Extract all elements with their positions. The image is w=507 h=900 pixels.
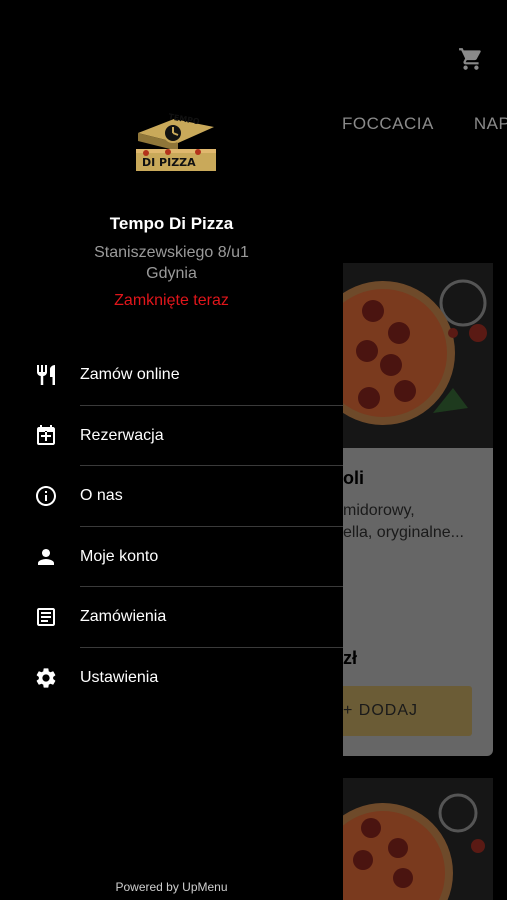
menu-item-label: Rezerwacja [80,426,164,444]
tab-foccacia[interactable]: FOCCACIA [342,114,434,133]
menu-item-my-account[interactable]: Moje konto [0,527,343,587]
address-city: Gdynia [146,265,197,282]
opening-status: Zamknięte teraz [114,292,229,309]
calendar-add-icon [37,424,55,445]
restaurant-name: Tempo Di Pizza [109,214,234,233]
product-image[interactable] [343,263,493,448]
address-street: Staniszewskiego 8/u1 [94,244,249,261]
tempo-di-pizza-logo: TEMPO DI PIZZA [136,112,216,171]
restaurant-icon [37,365,55,386]
pizza-image-2 [343,778,493,900]
menu-item-orders[interactable]: Zamówienia [0,587,343,648]
menu-item-label: O nas [80,487,123,505]
info-icon [36,486,56,507]
pizza-image [343,263,493,448]
product-price: zł [343,648,358,668]
menu-item-reservation[interactable]: Rezerwacja [0,406,343,466]
menu-item-label: Moje konto [80,547,159,565]
navigation-drawer: TEMPO DI PIZZA Tempo Di Pizza Staniszews… [0,0,343,900]
gear-icon [36,668,56,688]
menu-item-label: Zamówienia [80,608,167,626]
add-to-cart-button[interactable]: + DODAJ [343,686,472,736]
menu-item-label: Zamów online [80,366,180,384]
svg-text:DI PIZZA: DI PIZZA [142,156,196,169]
menu-item-label: Ustawienia [80,668,159,686]
category-tabs: FOCCACIA NAPO [342,114,507,134]
menu-item-settings[interactable]: Ustawienia [0,648,343,709]
menu-item-order-online[interactable]: Zamów online [0,345,343,406]
powered-by-footer[interactable]: Powered by UpMenu [0,880,343,894]
drawer-menu: Zamów online Rezerwacja O nas Moje konto [0,345,343,708]
person-icon [38,548,54,565]
product-title: oli [343,468,364,488]
cart-icon[interactable] [458,46,484,72]
product-description: midorowy, ella, oryginalne... [343,502,464,541]
menu-item-about[interactable]: O nas [0,466,343,527]
tab-napoli[interactable]: NAPO [474,114,507,133]
product-image-2[interactable] [343,778,493,900]
receipt-icon [37,608,55,627]
